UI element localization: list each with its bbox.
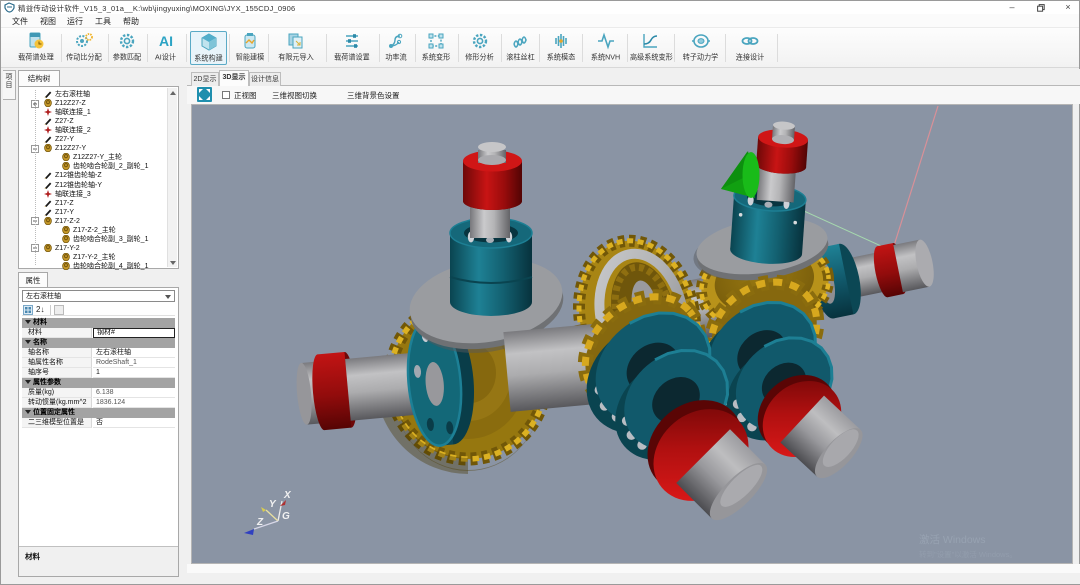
svg-text:Z: Z — [256, 517, 264, 528]
svg-text:AI: AI — [159, 33, 173, 49]
svg-text:X: X — [283, 490, 292, 501]
svg-text:转到"设置"以激活 Windows。: 转到"设置"以激活 Windows。 — [919, 549, 1017, 559]
svg-text:激活 Windows: 激活 Windows — [919, 533, 986, 546]
svg-text:G: G — [282, 511, 290, 522]
